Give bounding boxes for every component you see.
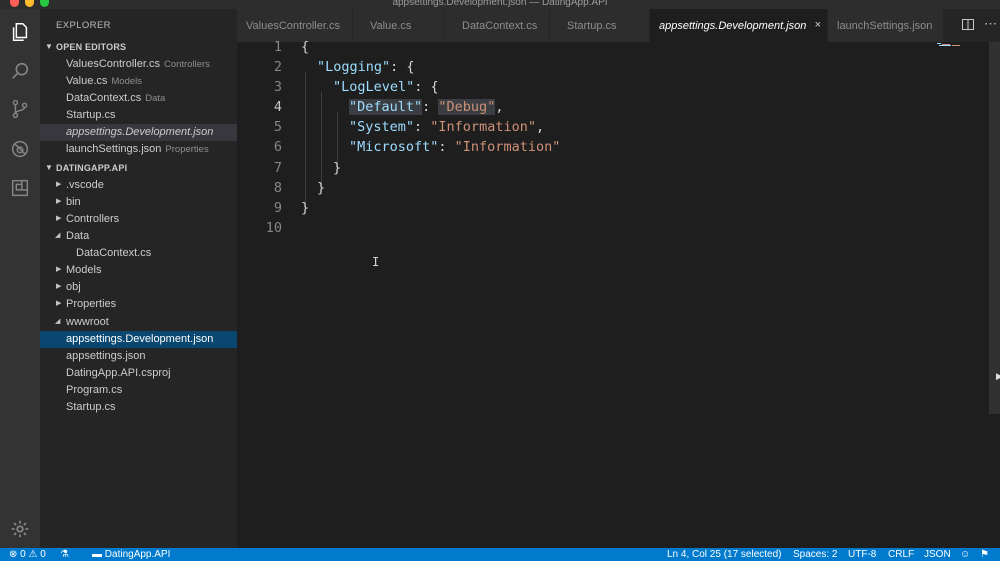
tree-file-datacontext[interactable]: DataContext.cs (40, 245, 237, 262)
gear-icon[interactable] (8, 517, 32, 541)
language-mode[interactable]: JSON (924, 548, 951, 561)
tree-folder-bin[interactable]: ▶ bin (40, 194, 237, 211)
code-editor[interactable]: 1 { 2 "Logging": { 3 "LogLevel": { 4 "De… (237, 39, 1000, 548)
line-number: 2 (273, 59, 282, 75)
extensions-icon[interactable] (8, 176, 32, 200)
line-number: 4 (273, 99, 282, 115)
tree-file-startup[interactable]: Startup.cs (40, 399, 237, 416)
code-line: 6 "Microsoft": "Information" (237, 139, 1000, 159)
title-bar: appsettings.Development.json — DatingApp… (0, 0, 1000, 9)
chevron-right-icon: ▶ (56, 215, 62, 222)
tree-file-csproj[interactable]: DatingApp.API.csproj (40, 365, 237, 382)
debug-icon[interactable] (8, 137, 32, 161)
sync-icon[interactable]: ⚗ (60, 548, 69, 561)
line-number: 1 (273, 39, 282, 55)
line-ending[interactable]: CRLF (888, 548, 914, 561)
open-editor-item[interactable]: Startup.cs (40, 107, 237, 124)
code-line: 1 { (237, 39, 1000, 59)
problems-indicator[interactable]: ⊗ 0 ⚠ 0 (9, 548, 46, 561)
line-number: 7 (273, 160, 282, 176)
code-line: 5 "System": "Information", (237, 119, 1000, 139)
chevron-right-icon: ▶ (56, 266, 62, 273)
line-number: 6 (273, 139, 282, 155)
tree-folder-models[interactable]: ▶ Models (40, 262, 237, 279)
tree-file-appsettings[interactable]: appsettings.json (40, 348, 237, 365)
feedback-icon[interactable]: ☺ (960, 548, 970, 561)
tree-folder-wwwroot[interactable]: ◢ wwwroot (40, 314, 237, 331)
activity-bar (0, 9, 40, 548)
line-number: 5 (273, 119, 282, 135)
tree-folder-controllers[interactable]: ▶ Controllers (40, 211, 237, 228)
split-editor-icon[interactable] (962, 19, 974, 30)
chevron-down-icon: ▼ (45, 163, 54, 172)
open-editor-item[interactable]: Value.cs Models (40, 73, 237, 90)
line-number: 8 (273, 180, 282, 196)
editor-tab-bar: ValuesController.cs Value.cs DataContext… (237, 9, 1000, 42)
chevron-down-icon: ▼ (45, 42, 54, 51)
chevron-right-icon: ▶ (56, 300, 62, 307)
editor-scrollbar[interactable] (989, 42, 1000, 414)
status-bar: ⊗ 0 ⚠ 0 ⚗ ▬ DatingApp.API Ln 4, Col 25 (… (0, 548, 1000, 561)
project-header[interactable]: ▼ DATINGAPP.API (40, 160, 237, 177)
line-number: 10 (265, 220, 282, 236)
window-title: appsettings.Development.json — DatingApp… (392, 0, 608, 8)
explorer-sidebar: EXPLORER ▼ OPEN EDITORS ValuesController… (40, 9, 237, 548)
chevron-down-icon: ◢ (55, 232, 61, 239)
chevron-right-icon: ▶ (56, 283, 62, 290)
tree-folder-obj[interactable]: ▶ obj (40, 279, 237, 296)
code-line: 9 } (237, 200, 1000, 220)
folder-indicator[interactable]: ▬ DatingApp.API (92, 548, 170, 561)
indentation[interactable]: Spaces: 2 (793, 548, 837, 561)
more-actions-icon[interactable]: ⋯ (984, 16, 997, 32)
line-number: 3 (273, 79, 282, 95)
explorer-title: EXPLORER (56, 20, 111, 31)
error-icon: ⊗ (9, 549, 18, 560)
code-line-current: 4 "Default": "Debug", (237, 99, 1000, 119)
tab-datacontext[interactable]: DataContext.cs (445, 9, 550, 42)
tree-folder-data[interactable]: ◢ Data (40, 228, 237, 245)
chevron-right-icon: ▶ (56, 198, 62, 205)
tree-file-appsettings-development[interactable]: appsettings.Development.json (40, 331, 237, 348)
tree-folder-vscode[interactable]: ▶ .vscode (40, 177, 237, 194)
tab-launchsettings[interactable]: launchSettings.json (828, 9, 944, 42)
open-editor-item[interactable]: ValuesController.cs Controllers (40, 56, 237, 73)
files-icon[interactable] (8, 20, 32, 44)
source-control-icon[interactable] (8, 97, 32, 121)
code-line: 2 "Logging": { (237, 59, 1000, 79)
encoding[interactable]: UTF-8 (848, 548, 876, 561)
text-cursor-icon: I (372, 255, 380, 269)
close-icon[interactable]: × (815, 19, 821, 31)
tree-file-program[interactable]: Program.cs (40, 382, 237, 399)
code-line: 3 "LogLevel": { (237, 79, 1000, 99)
chevron-right-icon: ▶ (56, 181, 62, 188)
warning-icon: ⚠ (28, 549, 38, 560)
code-line: 8 } (237, 180, 1000, 200)
chevron-down-icon: ◢ (55, 318, 61, 325)
tab-value[interactable]: Value.cs (353, 9, 445, 42)
folder-icon: ▬ (92, 549, 102, 560)
search-icon[interactable] (8, 59, 32, 83)
open-editor-item[interactable]: DataContext.cs Data (40, 90, 237, 107)
minimap[interactable] (937, 42, 963, 48)
code-line: 7 } (237, 160, 1000, 180)
notifications-icon[interactable]: ⚑ (980, 548, 989, 561)
open-editors-header[interactable]: ▼ OPEN EDITORS (40, 39, 237, 56)
open-editor-item-active[interactable]: appsettings.Development.json (40, 124, 237, 141)
tab-appsettings-development[interactable]: appsettings.Development.json × (650, 9, 828, 42)
open-editor-item[interactable]: launchSettings.json Properties (40, 141, 237, 158)
mouse-pointer-icon: ▶ (996, 371, 1000, 381)
cursor-position[interactable]: Ln 4, Col 25 (17 selected) (667, 548, 782, 561)
code-line: 10 (237, 220, 1000, 240)
tab-startup[interactable]: Startup.cs (550, 9, 650, 42)
tab-valuescontroller[interactable]: ValuesController.cs (237, 9, 353, 42)
tree-folder-properties[interactable]: ▶ Properties (40, 296, 237, 313)
line-number: 9 (273, 200, 282, 216)
